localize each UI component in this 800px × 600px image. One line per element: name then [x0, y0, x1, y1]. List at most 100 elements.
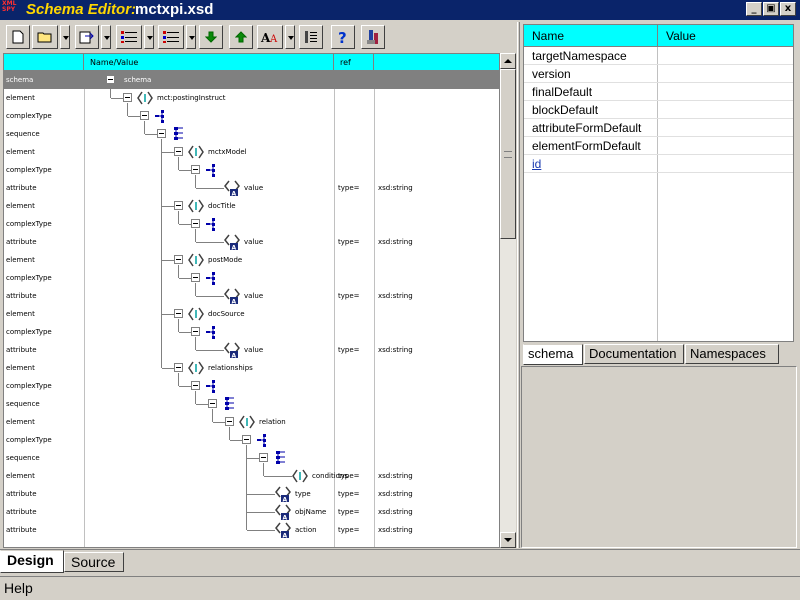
list-ordered-button[interactable]	[116, 25, 142, 49]
tree-node-name[interactable]: docSource	[208, 305, 245, 323]
minimize-button[interactable]: _	[746, 2, 762, 16]
properties-header-value[interactable]: Value	[658, 25, 793, 47]
tree-node-name[interactable]: mct:postingInstruct	[157, 89, 226, 107]
tree-vertical-scrollbar[interactable]	[500, 53, 516, 548]
tree-collapse-toggle[interactable]	[191, 381, 200, 390]
tree-node-name[interactable]: value	[244, 287, 263, 305]
tree-node-name[interactable]: relation	[259, 413, 286, 431]
move-up-button[interactable]	[229, 25, 253, 49]
tab-documentation[interactable]: Documentation	[584, 344, 684, 364]
tree-collapse-toggle[interactable]	[191, 219, 200, 228]
tree-row[interactable]: attribute Aaction type= xsd:string	[4, 521, 499, 540]
tree-collapse-toggle[interactable]	[174, 201, 183, 210]
tree-collapse-toggle[interactable]	[208, 399, 217, 408]
open-button[interactable]	[32, 25, 58, 49]
tree-row[interactable]: attribute Avalue type= xsd:string	[4, 179, 499, 198]
tree-row[interactable]: attribute Avalue type= xsd:string	[4, 233, 499, 252]
tree-node-name[interactable]: action	[295, 521, 317, 539]
tab-namespaces[interactable]: Namespaces	[685, 344, 779, 364]
text-align-button[interactable]	[299, 25, 323, 49]
properties-grid[interactable]: Name Value targetNamespace version finalDe…	[523, 24, 794, 342]
tree-collapse-toggle[interactable]	[191, 273, 200, 282]
tree-node-name[interactable]: value	[244, 179, 263, 197]
title-bar[interactable]: XML SPY Schema Editor: mctxpi.xsd _ ▣ x	[0, 0, 800, 20]
tree-collapse-toggle[interactable]	[242, 435, 251, 444]
tool-button[interactable]	[361, 25, 385, 49]
tree-row[interactable]: attribute Avalue type= xsd:string	[4, 341, 499, 360]
tree-node-name[interactable]: value	[244, 341, 263, 359]
tree-row[interactable]: complexType	[4, 161, 499, 179]
tree-collapse-toggle[interactable]	[259, 453, 268, 462]
tree-row[interactable]: complexType	[4, 431, 499, 449]
tree-row[interactable]: element relation	[4, 413, 499, 431]
property-row[interactable]: version	[524, 65, 793, 83]
schema-tree-grid[interactable]: Name/Value ref schema schema element mct:po…	[3, 53, 500, 548]
tree-row[interactable]: sequence	[4, 449, 499, 467]
list-ordered-dropdown-button[interactable]	[144, 25, 154, 49]
property-row[interactable]: id	[524, 155, 793, 173]
tree-node-name[interactable]: schema	[124, 71, 151, 89]
properties-header-name[interactable]: Name	[524, 25, 658, 47]
tree-row[interactable]: attribute Atype type= xsd:string	[4, 485, 499, 504]
tree-collapse-toggle[interactable]	[106, 75, 115, 84]
tree-collapse-toggle[interactable]	[157, 129, 166, 138]
tree-row[interactable]: element postMode	[4, 251, 499, 269]
font-style-button[interactable]: AA	[257, 25, 283, 49]
tree-row[interactable]: schema schema	[4, 71, 499, 89]
help-button[interactable]: ?	[331, 25, 355, 49]
tree-row[interactable]: sequence	[4, 125, 499, 143]
new-file-button[interactable]	[6, 25, 30, 49]
tree-collapse-toggle[interactable]	[174, 309, 183, 318]
scroll-up-button[interactable]	[500, 53, 516, 69]
property-row[interactable]: attributeFormDefault	[524, 119, 793, 137]
tree-collapse-toggle[interactable]	[140, 111, 149, 120]
tree-row[interactable]: element relationships	[4, 359, 499, 377]
property-row[interactable]: elementFormDefault	[524, 137, 793, 155]
tree-row[interactable]: complexType	[4, 377, 499, 395]
import-button[interactable]	[75, 25, 99, 49]
panel-splitter[interactable]	[517, 22, 520, 548]
property-row[interactable]: blockDefault	[524, 101, 793, 119]
tab-schema[interactable]: schema	[523, 344, 583, 365]
tree-node-name[interactable]: postMode	[208, 251, 242, 269]
list-outline-button[interactable]	[158, 25, 184, 49]
tree-node-name[interactable]: objName	[295, 503, 326, 521]
tree-row[interactable]: complexType	[4, 215, 499, 233]
tree-row[interactable]: element docTitle	[4, 197, 499, 215]
tree-collapse-toggle[interactable]	[191, 327, 200, 336]
tree-collapse-toggle[interactable]	[174, 147, 183, 156]
tree-row[interactable]: element docSource	[4, 305, 499, 323]
tree-row[interactable]: complexType	[4, 323, 499, 341]
scroll-thumb[interactable]	[500, 69, 516, 239]
tree-node-name[interactable]: docTitle	[208, 197, 236, 215]
tree-collapse-toggle[interactable]	[174, 255, 183, 264]
open-dropdown-button[interactable]	[60, 25, 70, 49]
tree-node-name[interactable]: relationships	[208, 359, 253, 377]
list-outline-dropdown-button[interactable]	[186, 25, 196, 49]
tree-node-name[interactable]: value	[244, 233, 263, 251]
tree-row[interactable]: complexType	[4, 107, 499, 125]
tab-design[interactable]: Design	[0, 550, 64, 573]
tree-row[interactable]: element mctxModel	[4, 143, 499, 161]
tree-row[interactable]: element conditions type= xsd:string	[4, 467, 499, 485]
grid-header-ref[interactable]: ref	[334, 54, 374, 71]
tree-collapse-toggle[interactable]	[225, 417, 234, 426]
tree-row[interactable]: attribute Avalue type= xsd:string	[4, 287, 499, 306]
tree-row[interactable]: element mct:postingInstruct	[4, 89, 499, 107]
tree-row[interactable]: sequence	[4, 395, 499, 413]
tree-collapse-toggle[interactable]	[174, 363, 183, 372]
tree-row[interactable]: attribute AobjName type= xsd:string	[4, 503, 499, 522]
font-style-dropdown-button[interactable]	[285, 25, 295, 49]
scroll-down-button[interactable]	[500, 532, 516, 548]
property-row[interactable]: targetNamespace	[524, 47, 793, 65]
grid-header-name-value[interactable]: Name/Value	[84, 54, 334, 71]
move-down-button[interactable]	[199, 25, 223, 49]
close-button[interactable]: x	[780, 2, 796, 16]
tree-collapse-toggle[interactable]	[191, 165, 200, 174]
tree-row[interactable]: complexType	[4, 269, 499, 287]
tab-source[interactable]: Source	[64, 552, 124, 572]
tree-node-name[interactable]: type	[295, 485, 311, 503]
restore-button[interactable]: ▣	[763, 2, 779, 16]
tree-collapse-toggle[interactable]	[123, 93, 132, 102]
import-dropdown-button[interactable]	[101, 25, 111, 49]
